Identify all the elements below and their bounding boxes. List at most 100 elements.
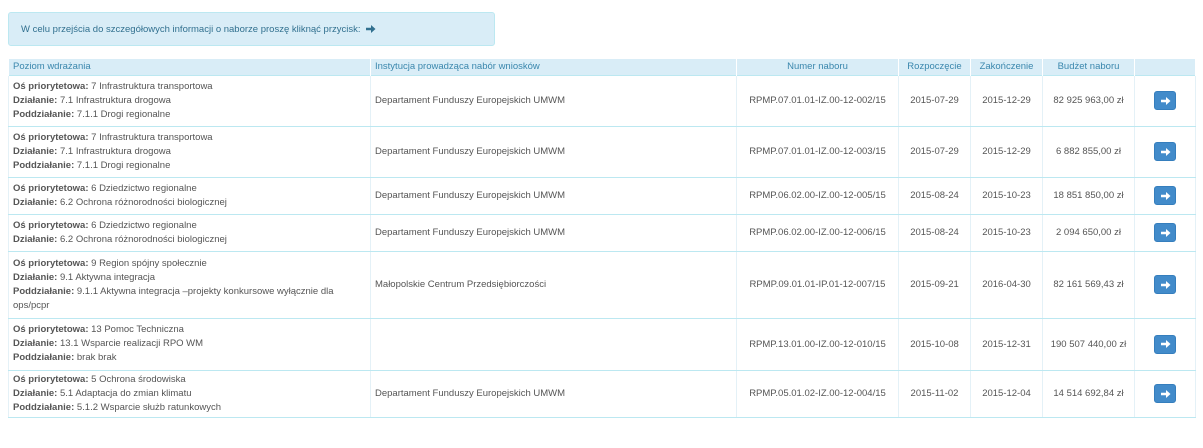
start-date-cell: 2015-10-08 [898, 317, 971, 371]
col-header-action [1134, 59, 1196, 75]
details-button[interactable] [1154, 384, 1176, 403]
action-line: Działanie: 6.2 Ochrona różnorodności bio… [13, 196, 366, 210]
subaction-label: Poddziałanie: [13, 108, 75, 120]
details-button[interactable] [1154, 334, 1176, 354]
arrow-right-icon [365, 24, 376, 34]
details-button[interactable] [1154, 275, 1176, 294]
col-header-start[interactable]: Rozpoczęcie [898, 59, 971, 75]
budget-cell: 82 925 963,00 zł [1042, 74, 1135, 127]
table-row: Oś priorytetowa: 5 Ochrona środowiska Dzi… [8, 369, 1196, 418]
axis-label: Oś priorytetowa: [13, 80, 89, 92]
end-date-cell: 2015-10-23 [970, 213, 1043, 252]
number-cell: RPMP.06.02.00-IZ.00-12-005/15 [736, 176, 899, 215]
axis-line: Oś priorytetowa: 13 Pomoc Techniczna [13, 323, 366, 337]
axis-value: 9 Region spójny społecznie [91, 257, 207, 269]
table-row: Oś priorytetowa: 6 Dziedzictwo regionaln… [8, 213, 1196, 252]
end-date-cell: 2015-12-31 [970, 317, 1043, 371]
budget-cell: 18 851 850,00 zł [1042, 176, 1135, 215]
subaction-value: 7.1.1 Drogi regionalne [76, 159, 171, 171]
action-cell [1134, 213, 1196, 252]
institution-cell: Departament Funduszy Europejskich UMWM [370, 176, 737, 215]
action-line: Działanie: 7.1 Infrastruktura drogowa [13, 94, 366, 108]
institution-cell: Departament Funduszy Europejskich UMWM [370, 213, 737, 252]
col-header-budget[interactable]: Budżet naboru [1042, 59, 1135, 75]
end-date-cell: 2015-12-04 [970, 369, 1043, 418]
action-label: Działanie: [13, 196, 58, 208]
action-line: Działanie: 13.1 Wsparcie realizacji RPO … [13, 337, 366, 351]
axis-label: Oś priorytetowa: [13, 182, 89, 194]
details-button[interactable] [1154, 142, 1176, 161]
table-row: Oś priorytetowa: 6 Dziedzictwo regionaln… [8, 176, 1196, 215]
subaction-label: Poddziałanie: [13, 352, 75, 363]
number-cell: RPMP.05.01.02-IZ.00-12-004/15 [736, 369, 899, 418]
details-button[interactable] [1154, 186, 1176, 205]
action-cell [1134, 176, 1196, 215]
axis-value: 13 Pomoc Techniczna [91, 324, 184, 335]
action-cell [1134, 317, 1196, 371]
action-cell [1134, 250, 1196, 319]
arrow-right-icon [1160, 340, 1170, 348]
subaction-label: Poddziałanie: [13, 159, 75, 171]
col-header-number[interactable]: Numer naboru [736, 59, 899, 75]
action-label: Działanie: [13, 271, 58, 283]
budget-cell: 14 514 692,84 zł [1042, 369, 1135, 418]
axis-value: 7 Infrastruktura transportowa [91, 80, 213, 92]
number-cell: RPMP.13.01.00-IZ.00-12-010/15 [736, 317, 899, 371]
col-header-institution[interactable]: Instytucja prowadząca nabór wniosków [370, 59, 737, 75]
axis-line: Oś priorytetowa: 6 Dziedzictwo regionaln… [13, 219, 366, 233]
budget-cell: 82 161 569,43 zł [1042, 250, 1135, 319]
action-line: Działanie: 5.1 Adaptacja do zmian klimat… [13, 387, 366, 401]
axis-line: Oś priorytetowa: 9 Region spójny społecz… [13, 257, 366, 271]
action-line: Działanie: 9.1 Aktywna integracja [13, 271, 366, 285]
action-label: Działanie: [13, 145, 58, 157]
action-value: 7.1 Infrastruktura drogowa [60, 145, 171, 157]
col-header-level[interactable]: Poziom wdrażania [8, 59, 371, 75]
axis-label: Oś priorytetowa: [13, 324, 89, 335]
level-cell: Oś priorytetowa: 9 Region spójny społecz… [8, 250, 371, 319]
level-cell: Oś priorytetowa: 7 Infrastruktura transp… [8, 125, 371, 178]
action-value: 6.2 Ochrona różnorodności biologicznej [60, 196, 227, 208]
table-header-row: Poziom wdrażania Instytucja prowadząca n… [8, 59, 1196, 75]
action-value: 5.1 Adaptacja do zmian klimatu [60, 387, 192, 399]
notice-text: W celu przejścia do szczegółowych inform… [21, 23, 361, 35]
institution-cell: Departament Funduszy Europejskich UMWM [370, 369, 737, 418]
level-cell: Oś priorytetowa: 13 Pomoc Techniczna Dzia… [8, 317, 371, 371]
budget-cell: 6 882 855,00 zł [1042, 125, 1135, 178]
action-label: Działanie: [13, 387, 58, 399]
subaction-line: Poddziałanie: 9.1.1 Aktywna integracja –… [13, 285, 366, 313]
subaction-value: brak brak [76, 352, 117, 363]
axis-label: Oś priorytetowa: [13, 219, 89, 231]
axis-value: 6 Dziedzictwo regionalne [91, 219, 197, 231]
institution-cell: Departament Funduszy Europejskich UMWM [370, 125, 737, 178]
start-date-cell: 2015-11-02 [898, 369, 971, 418]
action-cell [1134, 369, 1196, 418]
col-header-end[interactable]: Zakończenie [970, 59, 1043, 75]
start-date-cell: 2015-09-21 [898, 250, 971, 319]
info-notice: W celu przejścia do szczegółowych inform… [8, 12, 495, 46]
action-value: 7.1 Infrastruktura drogowa [60, 94, 171, 106]
action-label: Działanie: [13, 94, 58, 106]
details-button[interactable] [1154, 223, 1176, 242]
subaction-line: Poddziałanie: 5.1.2 Wsparcie służb ratun… [13, 401, 366, 415]
level-cell: Oś priorytetowa: 5 Ochrona środowiska Dzi… [8, 369, 371, 418]
end-date-cell: 2015-10-23 [970, 176, 1043, 215]
axis-line: Oś priorytetowa: 7 Infrastruktura transp… [13, 80, 366, 94]
axis-value: 5 Ochrona środowiska [91, 373, 186, 385]
details-button[interactable] [1154, 91, 1176, 110]
action-value: 13.1 Wsparcie realizacji RPO WM [60, 338, 204, 349]
institution-cell: Departament Funduszy Europejskich UMWM [370, 74, 737, 127]
start-date-cell: 2015-07-29 [898, 125, 971, 178]
table-row: Oś priorytetowa: 9 Region spójny społecz… [8, 250, 1196, 319]
number-cell: RPMP.09.01.01-IP.01-12-007/15 [736, 250, 899, 319]
action-label: Działanie: [13, 233, 58, 245]
action-line: Działanie: 6.2 Ochrona różnorodności bio… [13, 233, 366, 247]
action-cell [1134, 125, 1196, 178]
arrow-right-icon [1160, 389, 1170, 398]
calls-table: Poziom wdrażania Instytucja prowadząca n… [8, 59, 1196, 418]
subaction-label: Poddziałanie: [13, 285, 75, 297]
arrow-right-icon [1160, 96, 1170, 105]
axis-line: Oś priorytetowa: 6 Dziedzictwo regionaln… [13, 182, 366, 196]
start-date-cell: 2015-08-24 [898, 213, 971, 252]
end-date-cell: 2015-12-29 [970, 74, 1043, 127]
action-line: Działanie: 7.1 Infrastruktura drogowa [13, 145, 366, 159]
